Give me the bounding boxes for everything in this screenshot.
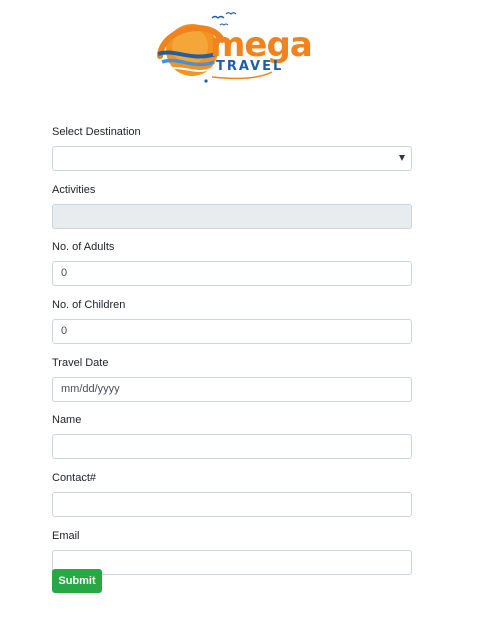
contact-label: Contact# [52, 472, 97, 485]
contact-input[interactable] [52, 492, 412, 518]
email-input[interactable] [52, 549, 412, 575]
adults-label: No. of Adults [52, 241, 115, 254]
submit-button[interactable]: Submit [52, 569, 102, 593]
logo-wordmark: mega [210, 25, 313, 65]
logo-subtitle: TRAVEL [216, 59, 284, 74]
activities-label: Activities [52, 183, 96, 196]
destination-group: Select Destination [52, 126, 412, 182]
destination-select[interactable] [52, 146, 412, 171]
children-group: No. of Children [52, 299, 412, 355]
destination-label: Select Destination [52, 126, 141, 138]
contact-group: Contact# [52, 472, 412, 528]
children-label: No. of Children [52, 299, 126, 312]
adults-group: No. of Adults [52, 241, 412, 297]
travel-date-input[interactable] [52, 376, 412, 402]
chevron-down-icon [399, 155, 405, 161]
omega-travel-logo: mega TRAVEL [150, 10, 320, 84]
travel-date-label: Travel Date [52, 356, 109, 369]
booking-form: Select Destination Activities No. of Adu… [52, 124, 412, 586]
name-input[interactable] [52, 434, 412, 460]
activities-group: Activities [52, 184, 412, 240]
name-label: Name [52, 414, 82, 427]
email-group: Email [52, 530, 412, 586]
activities-field [52, 203, 412, 229]
email-label: Email [52, 529, 80, 542]
children-input[interactable] [52, 319, 412, 345]
name-group: Name [52, 414, 412, 470]
adults-input[interactable] [52, 261, 412, 287]
travel-date-group: Travel Date [52, 357, 412, 413]
